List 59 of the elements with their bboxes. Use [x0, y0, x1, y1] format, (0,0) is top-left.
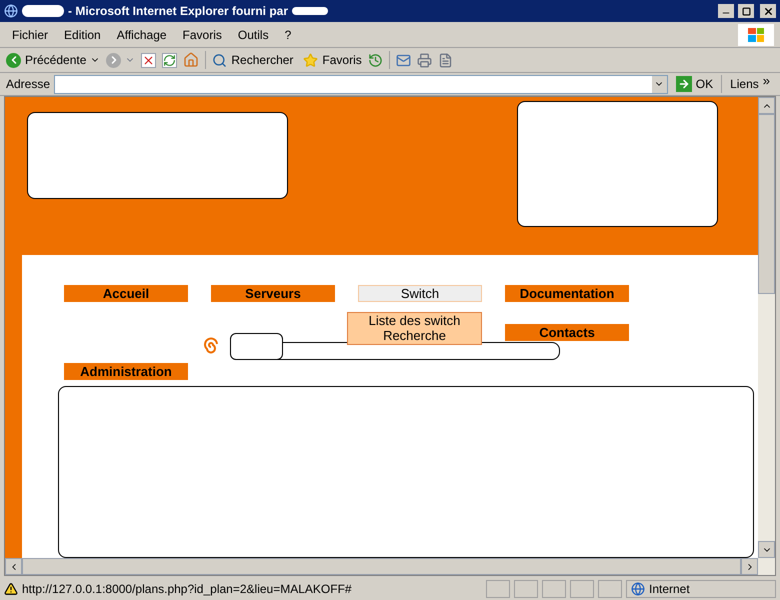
status-pane [486, 580, 510, 598]
refresh-icon[interactable] [162, 52, 178, 68]
address-label: Adresse [6, 76, 50, 93]
forward-button[interactable] [106, 52, 136, 68]
windows-logo-icon [738, 24, 774, 46]
dropdown-item[interactable]: Recherche [383, 328, 446, 343]
vertical-scrollbar[interactable] [758, 97, 775, 558]
status-url: http://127.0.0.1:8000/plans.php?id_plan=2&lieu=MALAKOFF# [22, 581, 353, 598]
redaction-mark [230, 333, 283, 360]
menu-item[interactable]: Favoris [176, 26, 228, 44]
menu-item[interactable]: Affichage [110, 26, 173, 44]
home-icon[interactable] [183, 52, 200, 68]
menu-item[interactable]: Outils [232, 26, 275, 44]
maximize-icon [742, 6, 750, 16]
redaction-mark [292, 7, 328, 15]
warning-icon [4, 582, 18, 596]
nav-tab[interactable]: Switch [358, 285, 482, 302]
address-field[interactable] [54, 74, 668, 94]
redaction-mark [22, 5, 64, 17]
spiral-icon [202, 336, 220, 356]
window-title: - Microsoft Internet Explorer fourni par [68, 3, 288, 20]
scroll-thumb[interactable] [758, 114, 775, 294]
menu-item[interactable]: ? [278, 26, 298, 44]
browser-icon [4, 4, 18, 18]
scrollbar-corner [758, 558, 775, 575]
search-icon [212, 52, 228, 68]
scroll-down-button[interactable] [758, 541, 775, 558]
scroll-right-button[interactable] [741, 558, 758, 575]
zone-label: Internet [649, 581, 690, 598]
star-icon [303, 52, 318, 68]
menu-item[interactable]: Fichier [6, 26, 54, 44]
nav-tab[interactable]: Serveurs [211, 285, 335, 302]
status-pane [514, 580, 538, 598]
nav-tab[interactable]: Administration [64, 363, 188, 380]
nav-tab[interactable]: Accueil [64, 285, 188, 302]
close-icon [762, 6, 774, 16]
nav-tab[interactable]: Documentation [505, 285, 629, 302]
stop-icon[interactable] [141, 52, 156, 68]
status-pane [598, 580, 622, 598]
dropdown-item[interactable]: Liste des switch [368, 313, 460, 328]
print-icon[interactable] [416, 52, 432, 68]
maximize-button[interactable] [738, 4, 754, 18]
search-button[interactable]: Rechercher [212, 51, 294, 69]
menu-item[interactable]: Edition [58, 26, 107, 44]
mail-icon[interactable] [396, 52, 411, 68]
status-pane [570, 580, 594, 598]
favorites-button[interactable]: Favoris [303, 51, 362, 69]
globe-icon [631, 582, 645, 596]
back-button[interactable]: Précédente [6, 51, 100, 69]
close-button[interactable] [760, 4, 776, 18]
minimize-button[interactable] [718, 4, 734, 18]
go-button[interactable]: OK [672, 75, 718, 93]
scroll-up-button[interactable] [758, 97, 775, 114]
nav-tab[interactable]: Contacts [505, 324, 629, 341]
scroll-left-button[interactable] [5, 558, 22, 575]
status-pane [542, 580, 566, 598]
history-icon[interactable] [368, 52, 383, 68]
more-icon: » [762, 75, 770, 93]
links-button[interactable]: Liens » [726, 75, 774, 93]
